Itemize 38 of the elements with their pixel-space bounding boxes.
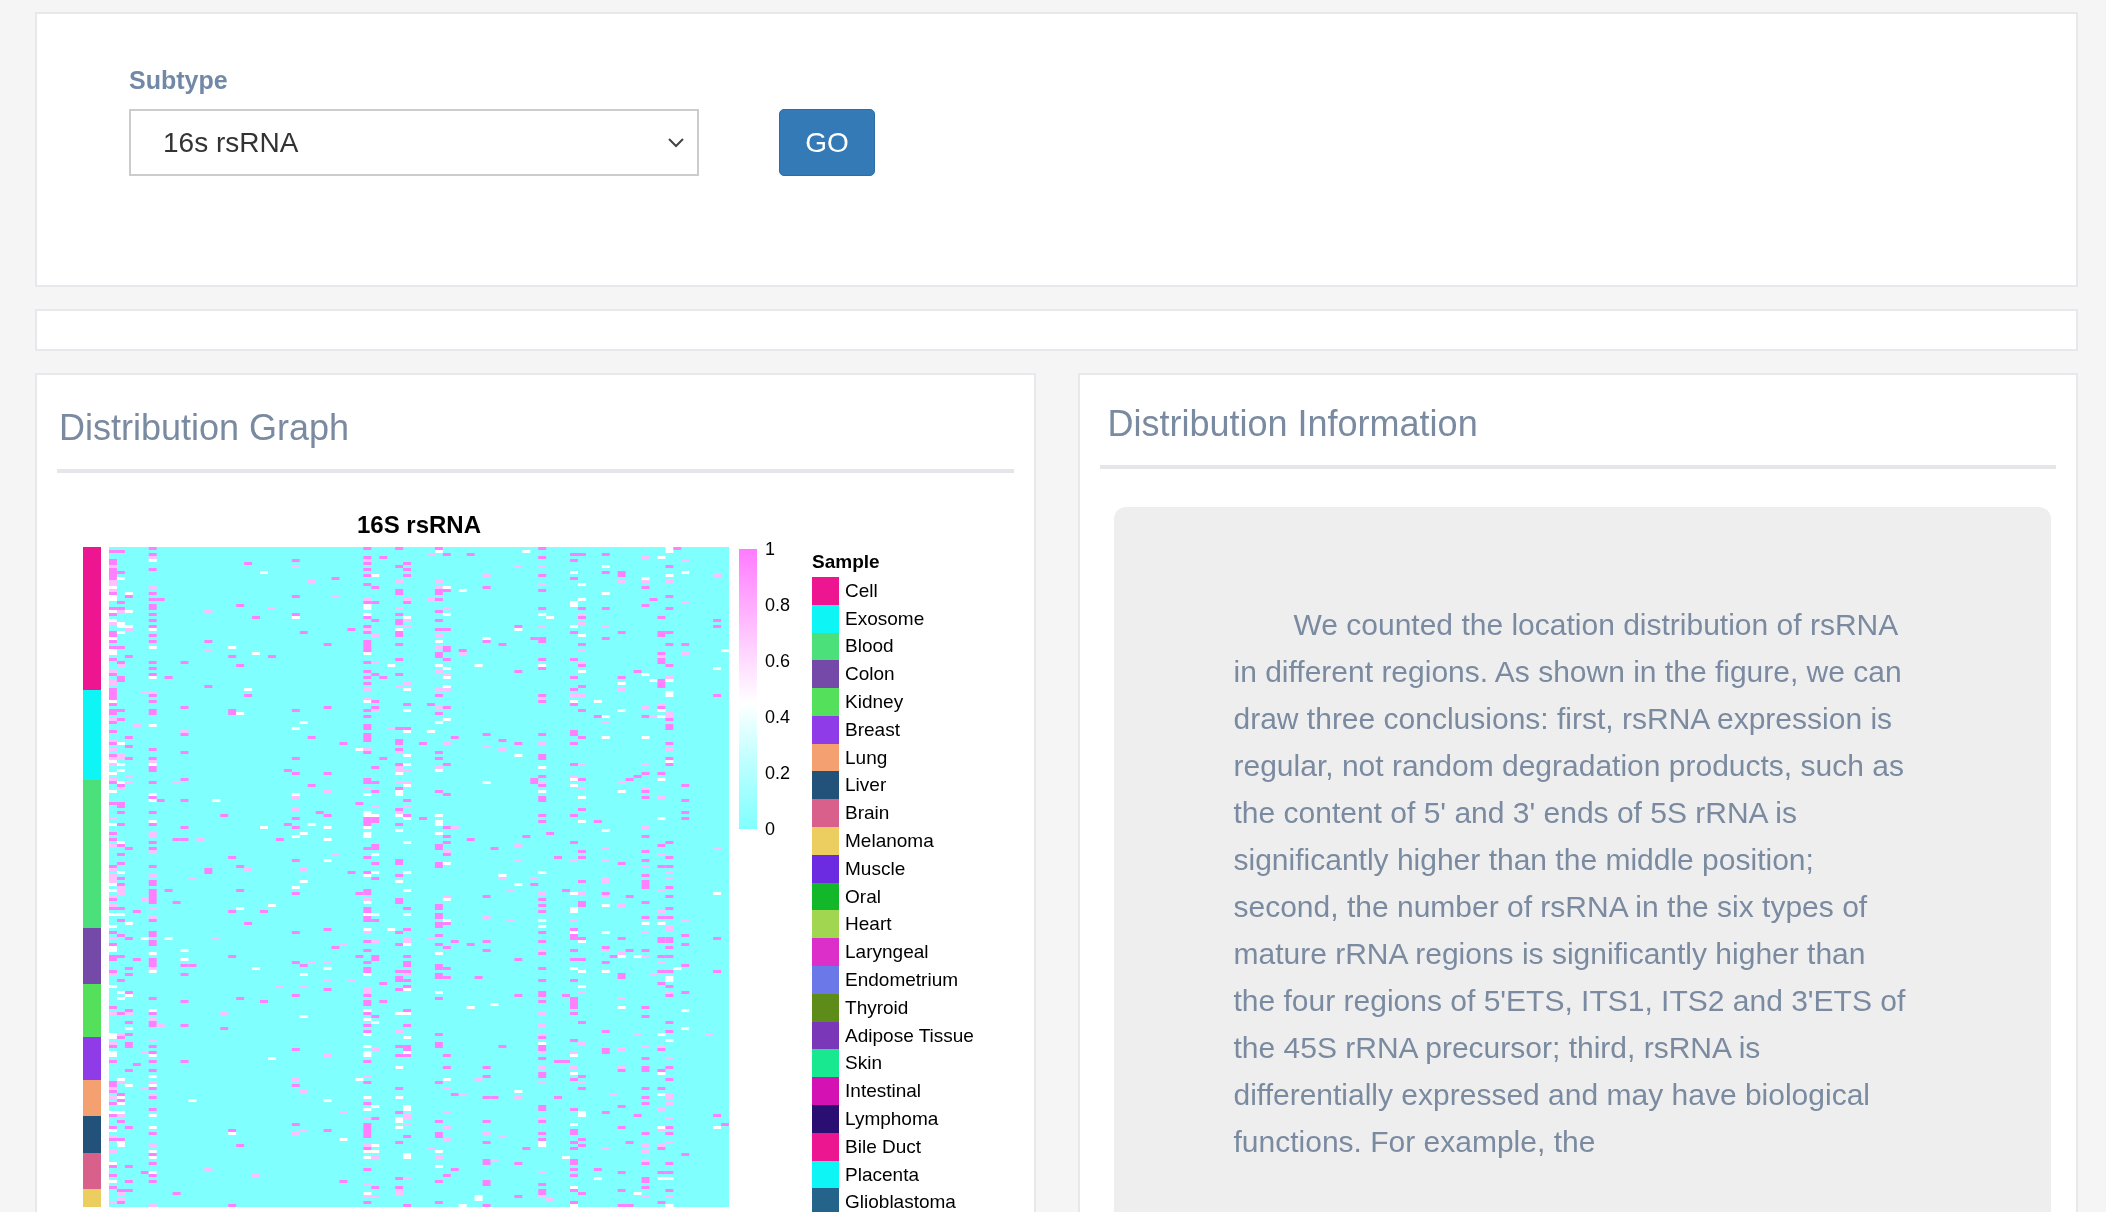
legend-label: Heart bbox=[845, 913, 892, 936]
legend-label: Colon bbox=[845, 663, 895, 686]
legend-label: Oral bbox=[845, 885, 881, 908]
colorbar-tick: 0.4 bbox=[765, 707, 791, 727]
colorbar-tick: 0.6 bbox=[765, 651, 791, 671]
colorbar-tick: 1 bbox=[765, 539, 776, 559]
legend-label: Intestinal bbox=[845, 1080, 922, 1103]
colorbar-tick: 0.8 bbox=[765, 595, 791, 615]
legend-label: Kidney bbox=[845, 691, 904, 714]
legend-label: Laryngeal bbox=[845, 941, 929, 964]
panel-title: Distribution Information bbox=[1099, 375, 2056, 469]
colorbar-tick: 0 bbox=[765, 819, 776, 839]
legend-label: Lymphoma bbox=[845, 1108, 939, 1131]
legend-label: Exosome bbox=[845, 607, 925, 630]
legend-label: Endometrium bbox=[845, 969, 959, 992]
legend-label: Thyroid bbox=[845, 996, 909, 1019]
legend-label: Placenta bbox=[845, 1163, 919, 1186]
subtype-select[interactable]: 16s rsRNA bbox=[129, 109, 699, 176]
legend-label: Cell bbox=[845, 579, 878, 602]
subtype-label: Subtype bbox=[129, 66, 229, 95]
legend-label: Glioblastoma bbox=[845, 1191, 956, 1212]
legend-label: Melanoma bbox=[845, 830, 934, 853]
info-paragraph: We counted the location distribution of rsRNA in different regions. As shown in the figure, we can draw three conclusions: first, rsRNA expression is regular, not random degradation products, such as the content of 5' and 3' ends of 5S rRNA is significantly higher than the middle position; second, the number of rsRNA in the six types of mature rRNA regions is significantly higher than the four regions of 5'ETS, ITS1, ITS2 and 3'ETS of the 45S rRNA precursor; third, rsRNA is differentially expressed and may have biological functions. For example, the bbox=[1233, 607, 1907, 1160]
legend-label: Adipose Tissue bbox=[845, 1024, 974, 1047]
legend-label: Skin bbox=[845, 1052, 882, 1075]
legend-label: Blood bbox=[845, 635, 894, 658]
legend-label: Bile Duct bbox=[845, 1135, 922, 1158]
legend-title: Sample bbox=[812, 551, 881, 573]
legend-label: Lung bbox=[845, 746, 888, 769]
chevron-down-icon bbox=[667, 136, 685, 149]
legend-label: Muscle bbox=[845, 857, 906, 880]
colorbar-tick: 0.2 bbox=[765, 763, 791, 783]
legend-label: Brain bbox=[845, 802, 890, 825]
legend-label: Breast bbox=[845, 718, 900, 741]
panel-title: Distribution Graph bbox=[57, 375, 1014, 473]
legend-label: Liver bbox=[845, 774, 887, 797]
heatmap-title: 16S rsRNA bbox=[355, 511, 483, 539]
go-button[interactable]: GO bbox=[779, 109, 875, 176]
